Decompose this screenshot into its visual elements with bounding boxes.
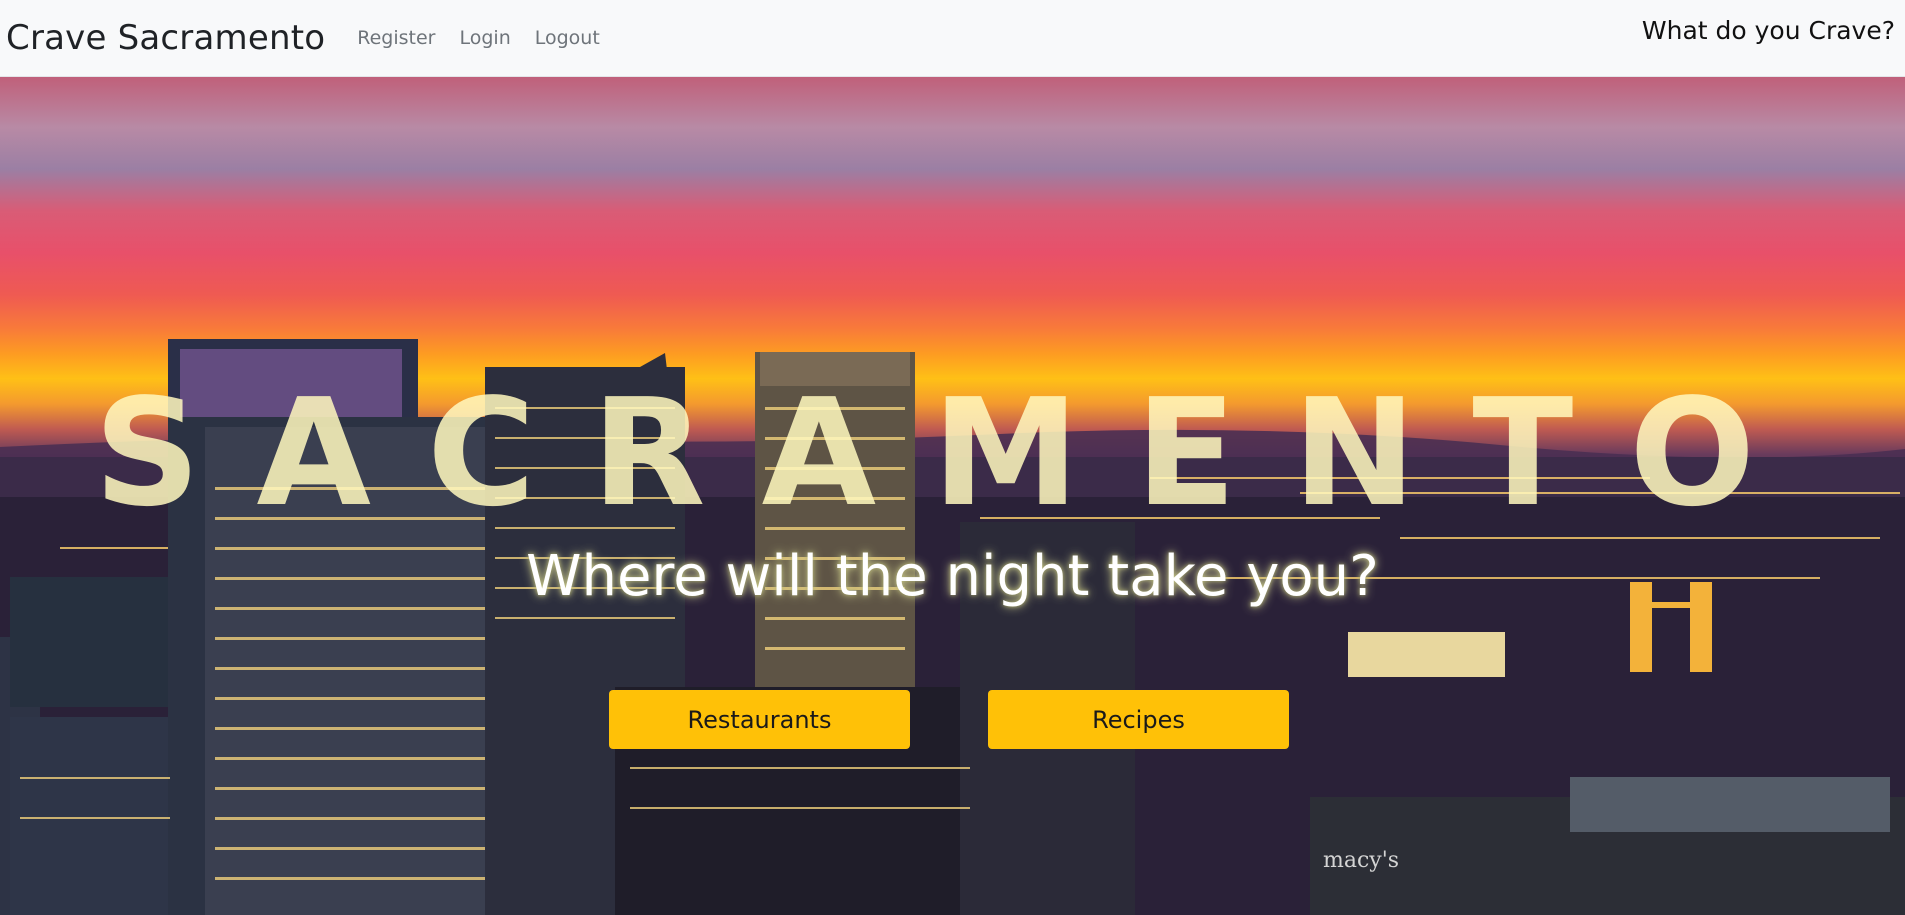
- nav-links: Register Login Logout: [345, 27, 612, 49]
- hero-tagline: Where will the night take you?: [526, 544, 1379, 609]
- nav-tagline: What do you Crave?: [1641, 16, 1895, 45]
- logout-link[interactable]: Logout: [523, 27, 612, 49]
- brand-link[interactable]: Crave Sacramento: [6, 18, 325, 58]
- register-link[interactable]: Register: [345, 27, 447, 49]
- hero-title: SACRAMENTO: [93, 367, 1812, 539]
- restaurants-button[interactable]: Restaurants: [609, 690, 910, 749]
- hero-section: macy's SACRAMENTO Where will the night t…: [0, 77, 1905, 915]
- login-link[interactable]: Login: [447, 27, 522, 49]
- recipes-button[interactable]: Recipes: [988, 690, 1289, 749]
- top-navbar: Crave Sacramento Register Login Logout W…: [0, 0, 1905, 77]
- macys-sign: macy's: [1323, 848, 1399, 873]
